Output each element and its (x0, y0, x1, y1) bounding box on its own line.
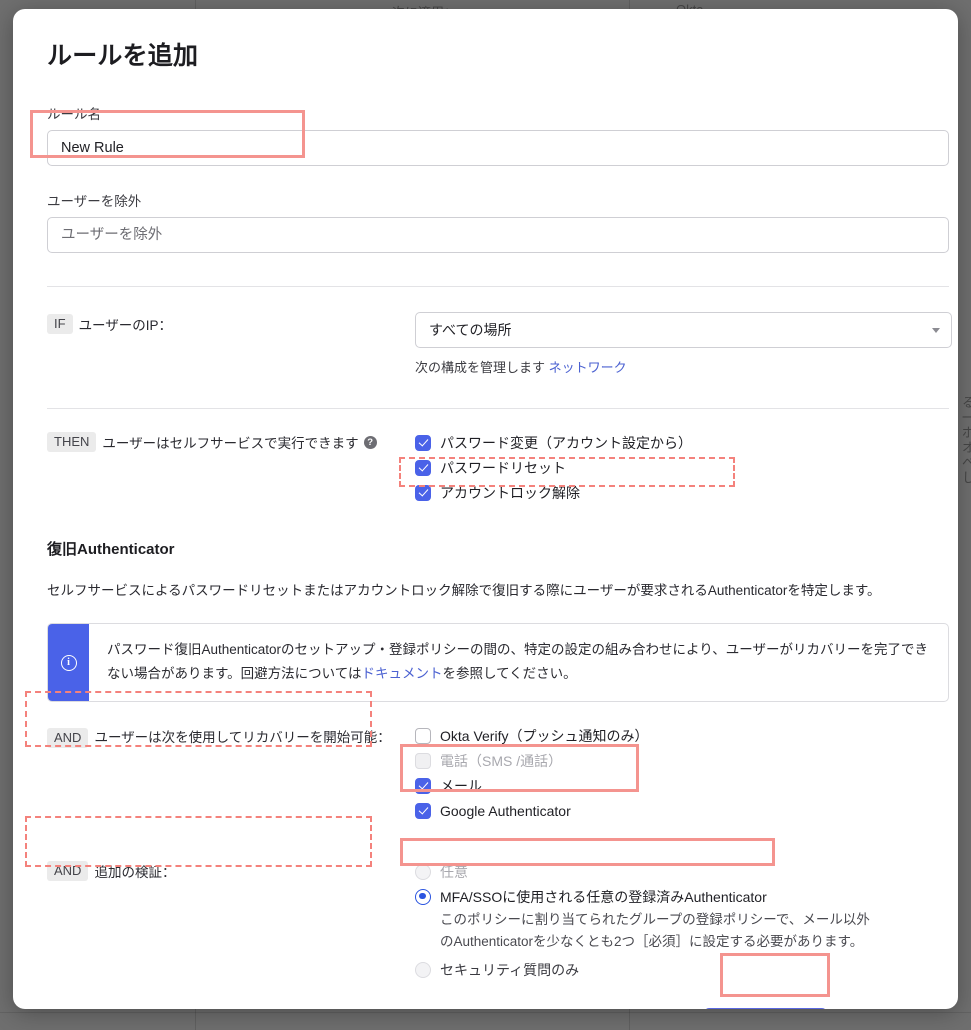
then-condition-row: THEN ユーザーはセルフサービスで実行できます? パスワード変更（アカウント設定… (47, 430, 924, 505)
exclude-users-input[interactable] (47, 217, 949, 253)
checkbox-icon[interactable] (415, 460, 431, 476)
info-banner-text: パスワード復旧Authenticatorのセットアップ・登録ポリシーの間の、特定… (89, 624, 948, 701)
info-icon: i (61, 655, 77, 671)
checkbox-icon[interactable] (415, 778, 431, 794)
divider-then (47, 408, 949, 409)
and-verification-label: 追加の検証： (94, 865, 175, 880)
question-icon[interactable]: ? (364, 436, 377, 449)
info-banner: i パスワード復旧Authenticatorのセットアップ・登録ポリシーの間の、… (47, 623, 949, 702)
checkbox-label: メール (440, 776, 482, 796)
checkbox-row-account-unlock[interactable]: アカウントロック解除 (415, 480, 924, 505)
and-verification-options: 任意 MFA/SSOに使用される任意の登録済みAuthenticator このポ… (415, 859, 924, 982)
checkbox-icon[interactable] (415, 435, 431, 451)
radio-icon (415, 962, 431, 978)
checkbox-row-phone: 電話（SMS /通話） (415, 748, 924, 773)
radio-row-optional: 任意 (415, 859, 924, 884)
info-banner-accent: i (48, 624, 89, 701)
dialog-footer: ルールを作成 キャンセル (47, 1008, 924, 1009)
network-helper-label: 次の構成を管理します (415, 360, 545, 375)
checkbox-label: パスワードリセット (440, 458, 566, 478)
checkbox-row-email[interactable]: メール (415, 773, 924, 798)
radio-label: MFA/SSOに使用される任意の登録済みAuthenticator (440, 887, 767, 907)
add-rule-dialog: ルールを追加 ルール名 ユーザーを除外 IF ユーザーのIP： すべての場所 (13, 9, 958, 1009)
radio-label: 任意 (440, 862, 468, 882)
checkbox-row-google-authenticator[interactable]: Google Authenticator (415, 798, 924, 823)
checkbox-row-password-change[interactable]: パスワード変更（アカウント設定から） (415, 430, 924, 455)
background-row-divider (0, 1012, 971, 1013)
and-recovery-row: AND ユーザーは次を使用してリカバリーを開始可能： Okta Verify（プッ… (47, 723, 924, 823)
radio-row-security-question: セキュリティ質問のみ (415, 957, 924, 982)
documentation-link[interactable]: ドキュメント (361, 666, 442, 681)
and-recovery-left: AND ユーザーは次を使用してリカバリーを開始可能： (47, 723, 415, 750)
then-condition-left: THEN ユーザーはセルフサービスで実行できます? (47, 430, 415, 452)
rule-name-label: ルール名 (47, 103, 924, 123)
and-verification-left: AND 追加の検証： (47, 859, 415, 881)
screen: 次に適用： Okta る一ポオペし ルールを追加 ルール名 ユーザーを除外 IF… (0, 0, 971, 1030)
then-condition-label: ユーザーはセルフサービスで実行できます (102, 436, 358, 451)
chevron-down-icon (932, 328, 940, 333)
and-verification-row: AND 追加の検証： 任意 MFA/SSOに使用される任意の登録済みAuthent… (47, 859, 924, 982)
checkbox-label: Google Authenticator (440, 803, 571, 819)
if-condition-right: すべての場所 次の構成を管理します ネットワーク (415, 312, 952, 376)
checkbox-label: Okta Verify（プッシュ通知のみ） (440, 726, 648, 746)
recovery-section-title: 復旧Authenticator (47, 538, 924, 559)
network-helper-text: 次の構成を管理します ネットワーク (415, 357, 952, 376)
checkbox-row-okta-verify[interactable]: Okta Verify（プッシュ通知のみ） (415, 723, 924, 748)
rule-name-input[interactable] (47, 130, 949, 166)
background-side-text: る一ポオペし (962, 395, 971, 485)
then-badge: THEN (47, 432, 96, 452)
if-badge: IF (47, 314, 73, 334)
user-ip-select-value: すべての場所 (429, 322, 511, 338)
checkbox-label: パスワード変更（アカウント設定から） (440, 433, 692, 453)
if-condition-left: IF ユーザーのIP： (47, 312, 415, 334)
checkbox-icon[interactable] (415, 485, 431, 501)
and-badge: AND (47, 861, 88, 881)
then-options: パスワード変更（アカウント設定から） パスワードリセット アカウントロック解除 (415, 430, 924, 505)
checkbox-icon[interactable] (415, 728, 431, 744)
radio-icon (415, 864, 431, 880)
divider-if (47, 286, 949, 287)
radio-label: セキュリティ質問のみ (440, 960, 579, 980)
dialog-title: ルールを追加 (47, 36, 924, 72)
info-text-after-link: を参照してください。 (442, 666, 576, 681)
recovery-section-description: セルフサービスによるパスワードリセットまたはアカウントロック解除で復旧する際にユ… (47, 581, 924, 601)
checkbox-icon[interactable] (415, 803, 431, 819)
checkbox-icon (415, 753, 431, 769)
and-badge: AND (47, 728, 88, 748)
network-link[interactable]: ネットワーク (549, 360, 627, 375)
radio-icon[interactable] (415, 889, 431, 905)
user-ip-select[interactable]: すべての場所 (415, 312, 952, 348)
radio-description-mfa-sso: このポリシーに割り当てられたグループの登録ポリシーで、メール以外のAuthent… (440, 909, 870, 953)
if-condition-row: IF ユーザーのIP： すべての場所 次の構成を管理します ネットワーク (47, 312, 924, 376)
exclude-users-label: ユーザーを除外 (47, 190, 924, 210)
if-condition-label: ユーザーのIP： (79, 318, 173, 333)
create-rule-button[interactable]: ルールを作成 (704, 1008, 827, 1009)
checkbox-label: アカウントロック解除 (440, 483, 580, 503)
checkbox-row-password-reset[interactable]: パスワードリセット (415, 455, 924, 480)
radio-row-mfa-sso[interactable]: MFA/SSOに使用される任意の登録済みAuthenticator (415, 884, 924, 909)
checkbox-label: 電話（SMS /通話） (440, 751, 562, 771)
and-recovery-label: ユーザーは次を使用してリカバリーを開始可能： (94, 730, 390, 745)
and-recovery-options: Okta Verify（プッシュ通知のみ） 電話（SMS /通話） メール Go… (415, 723, 924, 823)
